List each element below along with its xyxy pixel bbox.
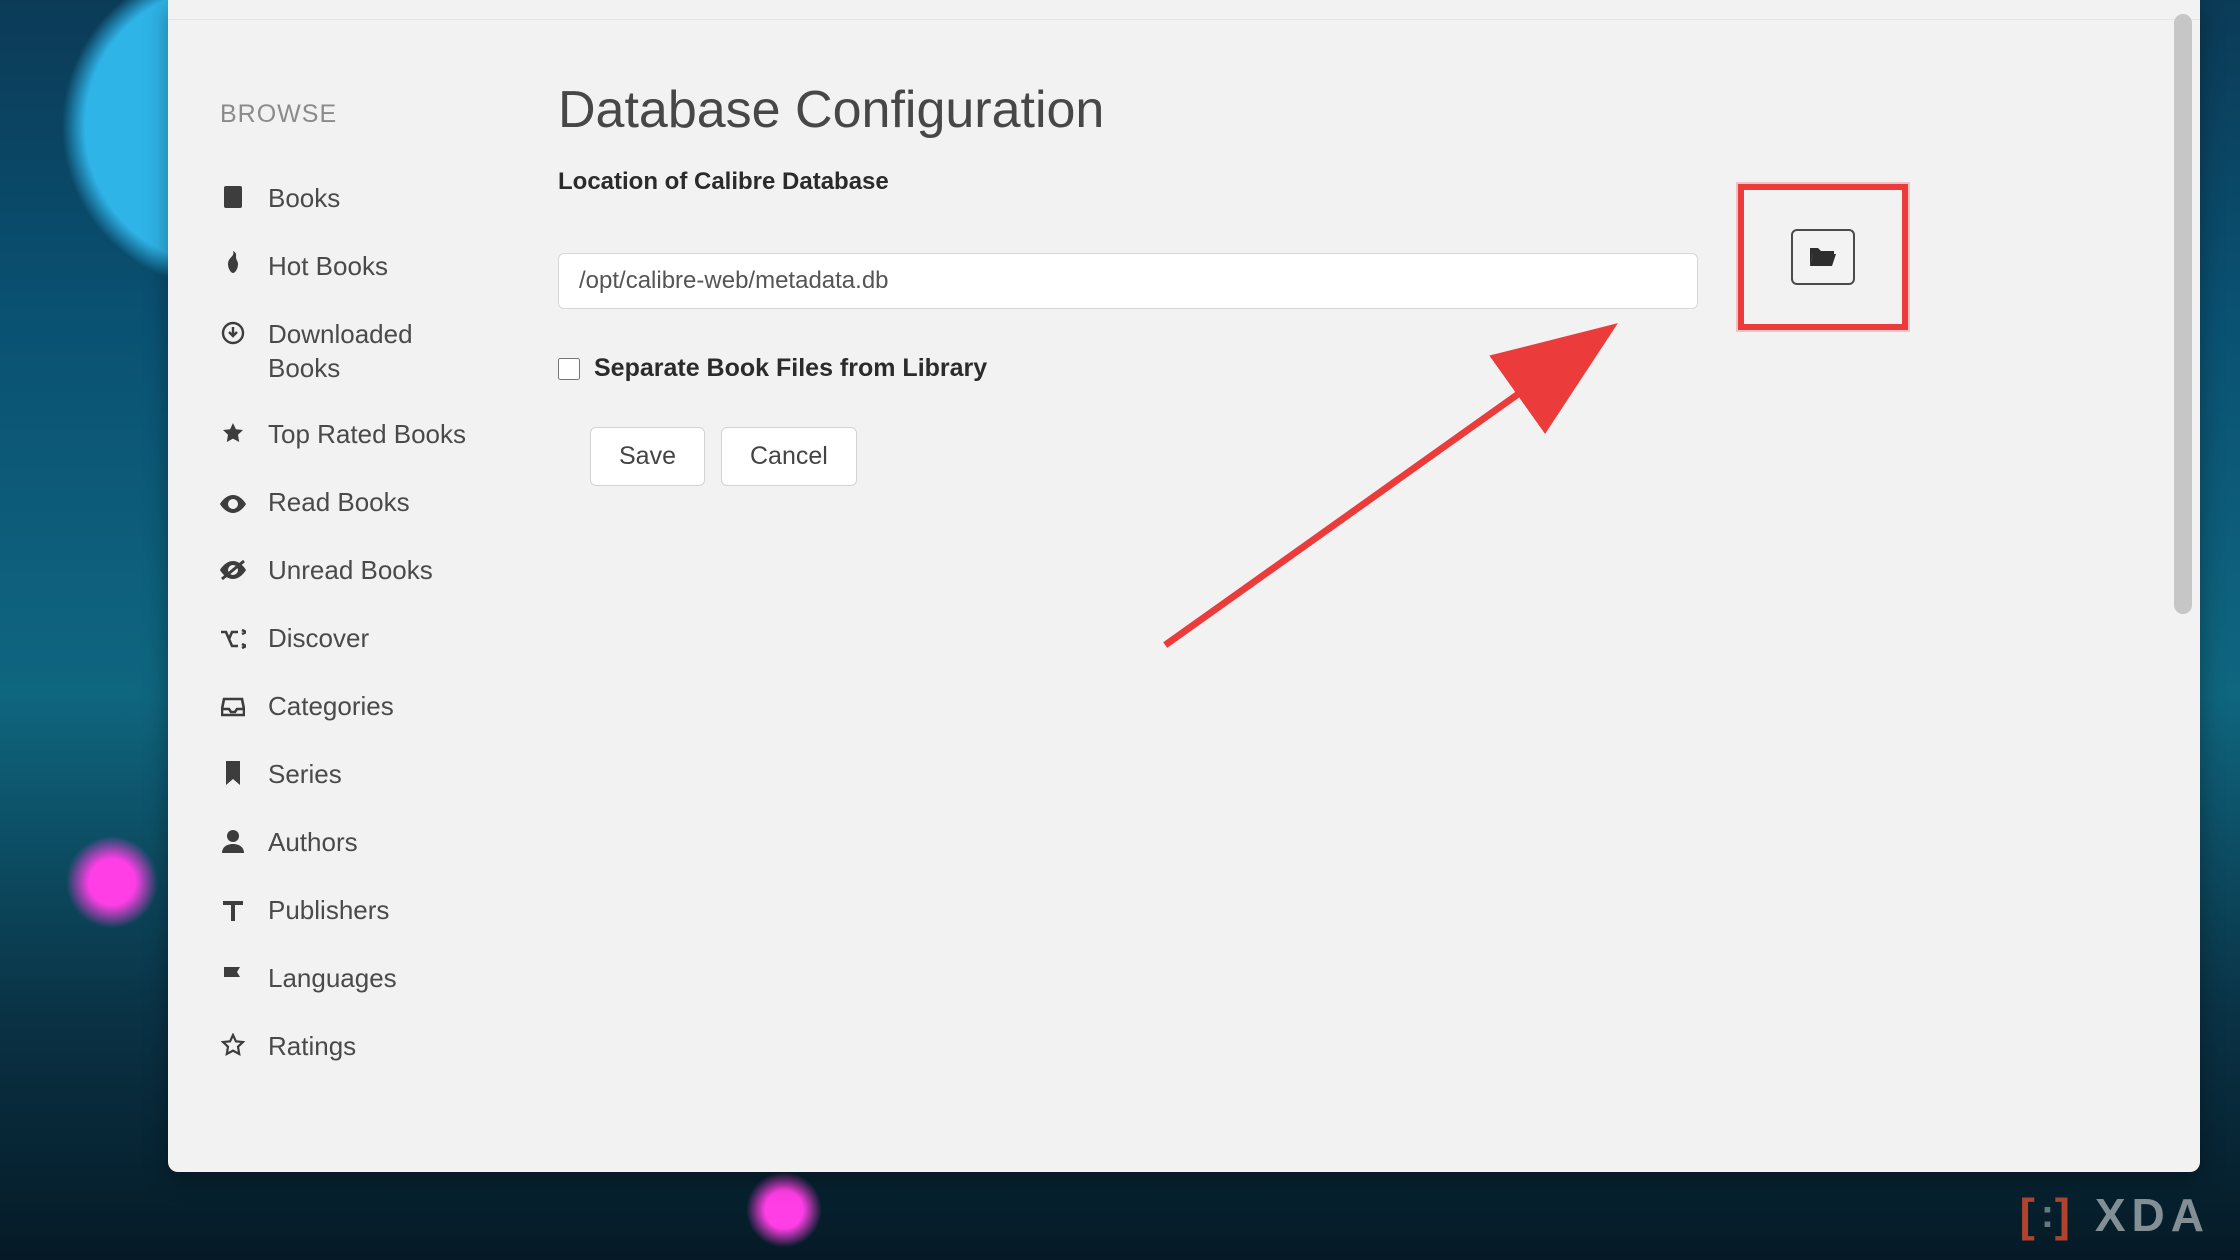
sidebar-item-label: Discover — [268, 621, 369, 655]
sidebar-item-label: Top Rated Books — [268, 417, 466, 451]
vertical-scrollbar[interactable] — [2170, 14, 2196, 1158]
inbox-icon — [220, 689, 246, 725]
eye-slash-icon — [220, 553, 246, 589]
sidebar-item-label: Categories — [268, 689, 394, 723]
sidebar-item-read-books[interactable]: Read Books — [220, 469, 470, 537]
button-row: Save Cancel — [558, 427, 2106, 486]
sidebar: BROWSE Books Hot Books Downloaded Books … — [168, 20, 498, 1172]
sidebar-item-label: Ratings — [268, 1029, 356, 1063]
db-path-group: Location of Calibre Database — [558, 168, 2106, 354]
browse-button[interactable] — [1791, 229, 1855, 285]
star-icon — [220, 417, 246, 453]
sidebar-item-languages[interactable]: Languages — [220, 945, 470, 1013]
sidebar-item-books[interactable]: Books — [220, 165, 470, 233]
sidebar-item-label: Publishers — [268, 893, 389, 927]
fire-icon — [220, 249, 246, 285]
user-icon — [220, 825, 246, 861]
sidebar-item-label: Hot Books — [268, 249, 388, 283]
sidebar-item-publishers[interactable]: Publishers — [220, 877, 470, 945]
separate-files-label: Separate Book Files from Library — [594, 354, 987, 383]
sidebar-item-label: Series — [268, 757, 342, 791]
page-title: Database Configuration — [558, 80, 2106, 140]
sidebar-item-downloaded-books[interactable]: Downloaded Books — [220, 301, 470, 401]
sidebar-item-label: Unread Books — [268, 553, 433, 587]
xda-watermark: [] XDA — [2019, 1188, 2210, 1242]
flag-icon — [220, 961, 246, 997]
sidebar-item-label: Downloaded Books — [268, 317, 470, 385]
db-path-input[interactable] — [558, 253, 1698, 309]
sidebar-heading: BROWSE — [220, 100, 470, 129]
separate-files-checkbox[interactable] — [558, 358, 580, 380]
shuffle-icon — [220, 621, 246, 657]
eye-icon — [220, 485, 246, 521]
sidebar-item-discover[interactable]: Discover — [220, 605, 470, 673]
type-icon — [220, 893, 246, 929]
sidebar-item-series[interactable]: Series — [220, 741, 470, 809]
annotation-highlight-box — [1738, 184, 1908, 330]
sidebar-item-label: Books — [268, 181, 340, 215]
sidebar-item-categories[interactable]: Categories — [220, 673, 470, 741]
separate-files-row[interactable]: Separate Book Files from Library — [558, 354, 2106, 383]
main-content: Database Configuration Location of Calib… — [498, 20, 2166, 1172]
sidebar-item-top-rated-books[interactable]: Top Rated Books — [220, 401, 470, 469]
app-window: BROWSE Books Hot Books Downloaded Books … — [168, 0, 2200, 1172]
download-circle-icon — [220, 317, 246, 353]
scrollbar-thumb[interactable] — [2174, 14, 2192, 614]
book-icon — [220, 181, 246, 217]
sidebar-item-label: Languages — [268, 961, 397, 995]
sidebar-item-authors[interactable]: Authors — [220, 809, 470, 877]
sidebar-item-hot-books[interactable]: Hot Books — [220, 233, 470, 301]
sidebar-nav: Books Hot Books Downloaded Books Top Rat… — [220, 165, 470, 1081]
star-outline-icon — [220, 1029, 246, 1065]
folder-open-icon — [1808, 244, 1838, 271]
sidebar-item-unread-books[interactable]: Unread Books — [220, 537, 470, 605]
bookmark-icon — [220, 757, 246, 793]
window-top-bar — [168, 0, 2200, 20]
sidebar-item-label: Authors — [268, 825, 358, 859]
cancel-button[interactable]: Cancel — [721, 427, 857, 486]
save-button[interactable]: Save — [590, 427, 705, 486]
sidebar-item-ratings[interactable]: Ratings — [220, 1013, 470, 1081]
sidebar-item-label: Read Books — [268, 485, 410, 519]
